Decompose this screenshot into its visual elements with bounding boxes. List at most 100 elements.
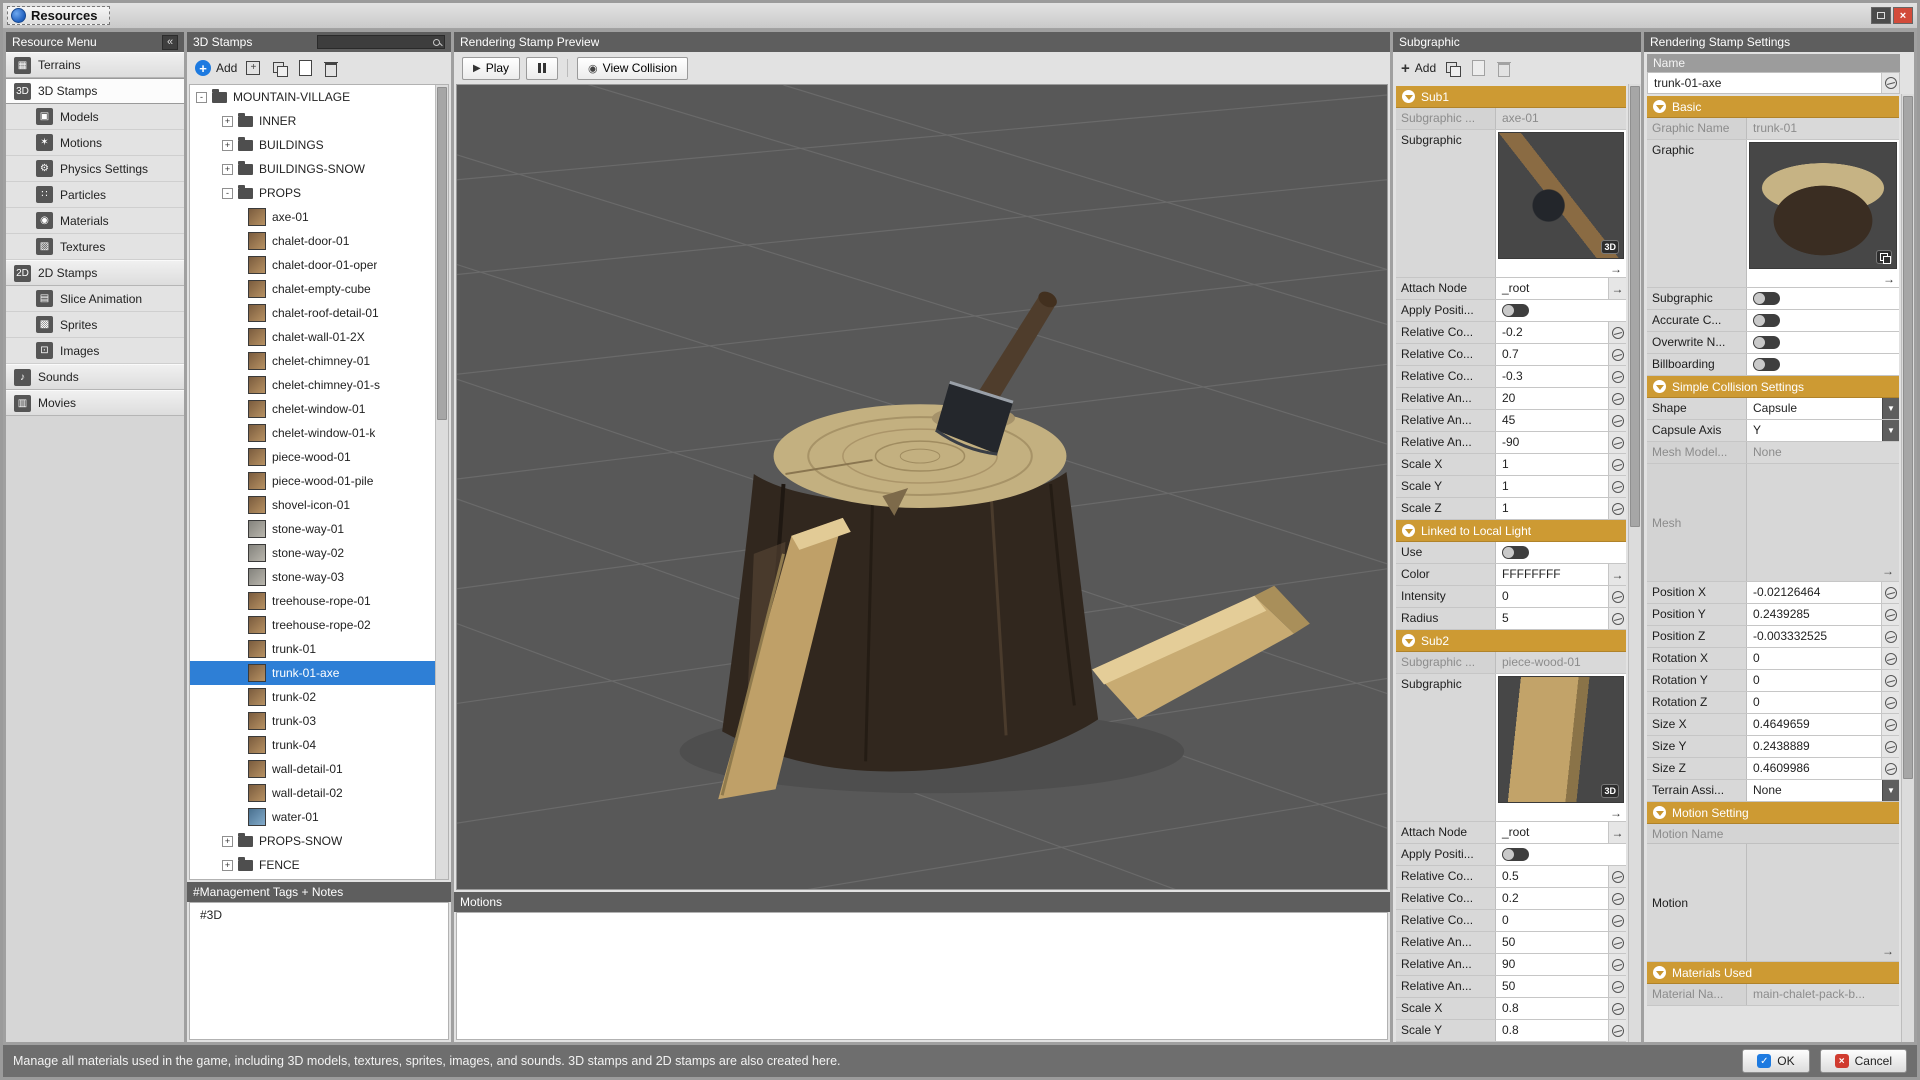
settings-scrollbar[interactable] — [1901, 94, 1914, 1042]
curve-button[interactable] — [1608, 910, 1626, 931]
curve-button[interactable] — [1881, 736, 1899, 757]
dropdown-value[interactable]: Y — [1747, 420, 1882, 441]
section-header[interactable]: Sub1 — [1396, 86, 1626, 108]
property-input[interactable]: 20 — [1496, 388, 1608, 409]
3d-preview-canvas[interactable] — [457, 85, 1387, 889]
tree-item[interactable]: trunk-01 — [190, 637, 435, 661]
subgraphic-scrollbar[interactable] — [1628, 84, 1641, 1042]
open-resource-arrow[interactable]: → — [1610, 806, 1622, 820]
property-input[interactable]: 1 — [1496, 454, 1608, 475]
open-picker-arrow[interactable]: → — [1608, 278, 1626, 299]
tree-item[interactable]: stone-way-03 — [190, 565, 435, 589]
curve-button[interactable] — [1608, 608, 1626, 629]
tree-item[interactable]: chelet-chimney-01-s — [190, 373, 435, 397]
sidebar-item-materials[interactable]: ◉ Materials — [6, 208, 184, 234]
property-value[interactable]: None — [1747, 442, 1899, 463]
float-window-button[interactable] — [1871, 7, 1891, 24]
resource-thumbnail[interactable]: 3D — [1498, 676, 1624, 803]
delete-icon[interactable] — [321, 58, 341, 78]
curve-button[interactable] — [1608, 1020, 1626, 1041]
open-picker-arrow[interactable]: → — [1608, 564, 1626, 585]
tags-notes-area[interactable]: #3D — [189, 902, 449, 1040]
curve-button[interactable] — [1608, 476, 1626, 497]
scrollbar-thumb[interactable] — [1903, 96, 1913, 779]
tree-item[interactable]: chalet-roof-detail-01 — [190, 301, 435, 325]
section-header[interactable]: Basic — [1647, 96, 1899, 118]
property-input[interactable]: 0.8 — [1496, 998, 1608, 1019]
tree-item[interactable]: shovel-icon-01 — [190, 493, 435, 517]
section-header[interactable]: Simple Collision Settings — [1647, 376, 1899, 398]
resource-thumbnail[interactable] — [1749, 142, 1897, 269]
pause-button[interactable] — [526, 57, 558, 80]
ok-button[interactable]: ✓ OK — [1742, 1049, 1809, 1073]
property-value[interactable]: trunk-01 — [1747, 118, 1899, 139]
tree-item[interactable]: chelet-chimney-01 — [190, 349, 435, 373]
play-button[interactable]: ▶ Play — [462, 57, 520, 80]
scrollbar-thumb[interactable] — [1630, 86, 1640, 527]
tree-item[interactable]: treehouse-rope-01 — [190, 589, 435, 613]
tree-item[interactable]: treehouse-rope-02 — [190, 613, 435, 637]
property-input[interactable]: 0.2439285 — [1747, 604, 1881, 625]
property-input[interactable]: 0.5 — [1496, 866, 1608, 887]
property-input[interactable]: 50 — [1496, 976, 1608, 997]
property-value[interactable]: piece-wood-01 — [1496, 652, 1626, 673]
tree-folder[interactable]: + PROPS-SNOW — [190, 829, 435, 853]
open-resource-arrow[interactable]: → — [1882, 944, 1894, 958]
tree-item[interactable]: chelet-window-01 — [190, 397, 435, 421]
tree-folder[interactable]: + BUILDINGS — [190, 133, 435, 157]
property-input[interactable]: -90 — [1496, 432, 1608, 453]
curve-button[interactable] — [1881, 648, 1899, 669]
property-input[interactable]: 0 — [1747, 648, 1881, 669]
tree-item[interactable]: chalet-door-01-oper — [190, 253, 435, 277]
tree-item[interactable]: chalet-empty-cube — [190, 277, 435, 301]
curve-button[interactable] — [1881, 626, 1899, 647]
tree-item[interactable]: piece-wood-01 — [190, 445, 435, 469]
sidebar-item-2d-stamps[interactable]: 2D 2D Stamps — [6, 260, 184, 286]
sidebar-item-slice-animation[interactable]: ▤ Slice Animation — [6, 286, 184, 312]
tree-scrollbar[interactable] — [435, 85, 448, 879]
big-property-area[interactable]: → — [1747, 464, 1899, 581]
toggle-switch[interactable] — [1502, 848, 1529, 861]
property-input[interactable]: -0.02126464 — [1747, 582, 1881, 603]
chevron-down-icon[interactable]: ▼ — [1882, 420, 1899, 441]
sidebar-item-movies[interactable]: ▥ Movies — [6, 390, 184, 416]
toggle-switch[interactable] — [1502, 304, 1529, 317]
property-input[interactable]: -0.3 — [1496, 366, 1608, 387]
big-property-area[interactable]: → — [1747, 844, 1899, 961]
sidebar-item-models[interactable]: ▣ Models — [6, 104, 184, 130]
dropdown-value[interactable]: Capsule — [1747, 398, 1882, 419]
collapse-panel-button[interactable]: « — [162, 35, 178, 50]
sidebar-item-physics-settings[interactable]: ⚙ Physics Settings — [6, 156, 184, 182]
sidebar-item-images[interactable]: ⊡ Images — [6, 338, 184, 364]
paste-icon[interactable] — [1468, 58, 1488, 78]
curve-button[interactable] — [1881, 604, 1899, 625]
tree-item[interactable]: piece-wood-01-pile — [190, 469, 435, 493]
tree-item[interactable]: trunk-04 — [190, 733, 435, 757]
property-input[interactable]: 50 — [1496, 932, 1608, 953]
property-input[interactable]: 1 — [1496, 498, 1608, 519]
property-value[interactable]: axe-01 — [1496, 108, 1626, 129]
tree-folder[interactable]: + FENCE — [190, 853, 435, 877]
add-stamp-button[interactable]: + Add — [195, 60, 237, 76]
property-input[interactable]: -0.2 — [1496, 322, 1608, 343]
chevron-down-icon[interactable]: ▼ — [1882, 398, 1899, 419]
open-picker-arrow[interactable]: → — [1608, 822, 1626, 843]
open-resource-arrow[interactable]: → — [1883, 272, 1895, 286]
property-value[interactable]: main-chalet-pack-b... — [1747, 984, 1899, 1005]
tree-folder[interactable]: - PROPS — [190, 181, 435, 205]
curve-button[interactable] — [1608, 454, 1626, 475]
dropdown-value[interactable]: None — [1747, 780, 1882, 801]
curve-button[interactable] — [1881, 582, 1899, 603]
expander-icon[interactable]: - — [222, 188, 233, 199]
view-collision-button[interactable]: ◉ View Collision — [577, 57, 688, 80]
curve-button[interactable] — [1608, 998, 1626, 1019]
section-header[interactable]: Motion Setting — [1647, 802, 1899, 824]
property-input[interactable]: _root — [1496, 278, 1608, 299]
curve-button[interactable] — [1608, 866, 1626, 887]
curve-button[interactable] — [1608, 498, 1626, 519]
property-input[interactable]: 0.2 — [1496, 888, 1608, 909]
cancel-button[interactable]: × Cancel — [1820, 1049, 1907, 1073]
tree-item[interactable]: stone-way-02 — [190, 541, 435, 565]
property-input[interactable]: 0 — [1747, 670, 1881, 691]
expander-icon[interactable]: + — [222, 140, 233, 151]
